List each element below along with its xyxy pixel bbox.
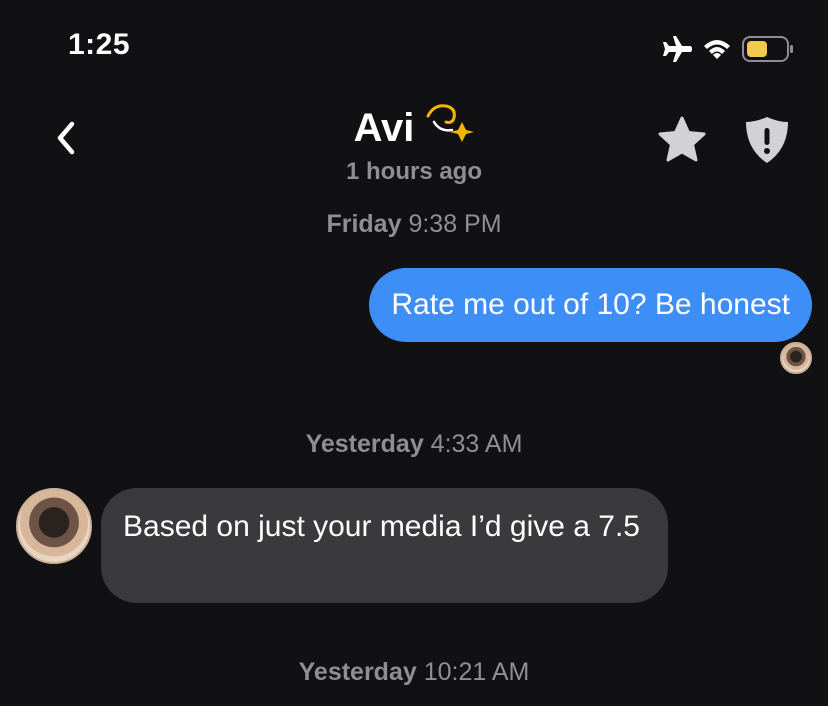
safety-button[interactable] — [740, 113, 794, 167]
timestamp-day: Yesterday — [298, 658, 417, 686]
sent-message-bubble[interactable]: Rate me out of 10? Be honest — [369, 268, 812, 342]
timestamp-divider: Yesterday 10:21 AM — [0, 658, 828, 687]
contact-avatar[interactable] — [16, 488, 92, 564]
shield-alert-icon — [746, 117, 788, 163]
timestamp-time: 4:33 AM — [430, 430, 523, 458]
contact-name-row: Avi — [354, 100, 475, 155]
dizzy-emoji — [424, 100, 475, 155]
status-icons — [660, 34, 794, 64]
timestamp-day: Yesterday — [305, 430, 424, 458]
airplane-icon — [660, 35, 692, 63]
timestamp-time: 9:38 PM — [408, 210, 502, 238]
wifi-icon — [702, 37, 732, 61]
contact-name: Avi — [353, 105, 415, 150]
timestamp-time: 10:21 AM — [423, 658, 530, 686]
received-message-bubble[interactable]: Based on just your media I’d give a 7.5 — [101, 488, 668, 603]
timestamp-divider: Yesterday 4:33 AM — [0, 430, 828, 459]
star-icon — [658, 116, 706, 162]
status-time: 1:25 — [68, 28, 131, 61]
timestamp-divider: Friday 9:38 PM — [0, 210, 828, 239]
battery-icon — [742, 36, 794, 62]
read-receipt-avatar — [780, 342, 812, 374]
favorite-button[interactable] — [655, 113, 709, 167]
timestamp-day: Friday — [326, 210, 402, 238]
